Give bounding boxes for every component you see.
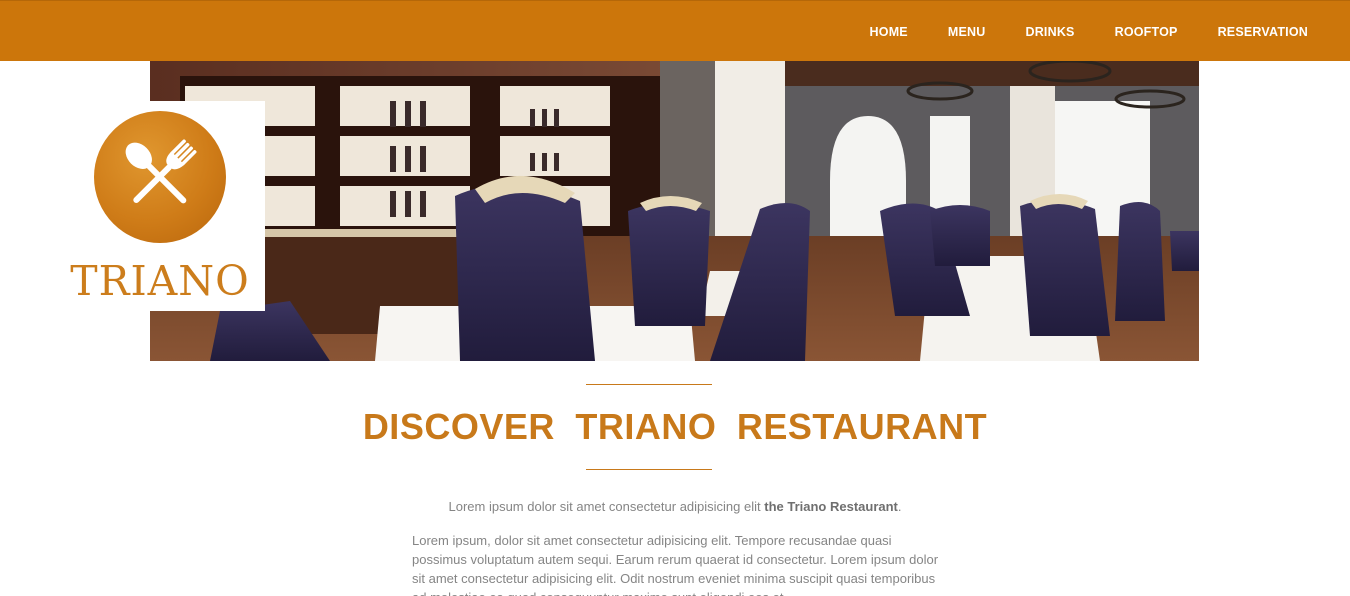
- section-title: DISCOVER TRIANO RESTAURANT: [362, 406, 988, 447]
- title-divider-bottom: [586, 469, 712, 470]
- title-divider-top: [586, 384, 712, 385]
- intro-text-bold: the Triano Restaurant: [764, 499, 898, 514]
- nav-drinks-link[interactable]: DRINKS: [1005, 25, 1094, 39]
- fork-spoon-crossed-icon: [94, 111, 226, 243]
- restaurant-interior-illustration: [150, 61, 1199, 361]
- nav-rooftop-link[interactable]: ROOFTOP: [1095, 25, 1198, 39]
- body-paragraph: Lorem ipsum, dolor sit amet consectetur …: [412, 533, 939, 596]
- brand-logo[interactable]: TRIANO: [65, 101, 265, 311]
- hero-image: [150, 61, 1199, 361]
- intro-text-suffix: .: [897, 499, 902, 514]
- nav-reservation-link[interactable]: RESERVATION: [1198, 25, 1308, 39]
- nav-menu-link[interactable]: MENU: [928, 25, 1006, 39]
- intro-text: Lorem ipsum dolor sit amet consectetur a…: [0, 499, 1350, 514]
- intro-text-prefix: Lorem ipsum dolor sit amet consectetur a…: [448, 499, 765, 514]
- nav-home-link[interactable]: HOME: [850, 25, 928, 39]
- top-nav-bar: HOME MENU DRINKS ROOFTOP RESERVATION: [0, 0, 1350, 61]
- main-nav: HOME MENU DRINKS ROOFTOP RESERVATION: [850, 1, 1308, 62]
- brand-name: TRIANO: [70, 257, 250, 305]
